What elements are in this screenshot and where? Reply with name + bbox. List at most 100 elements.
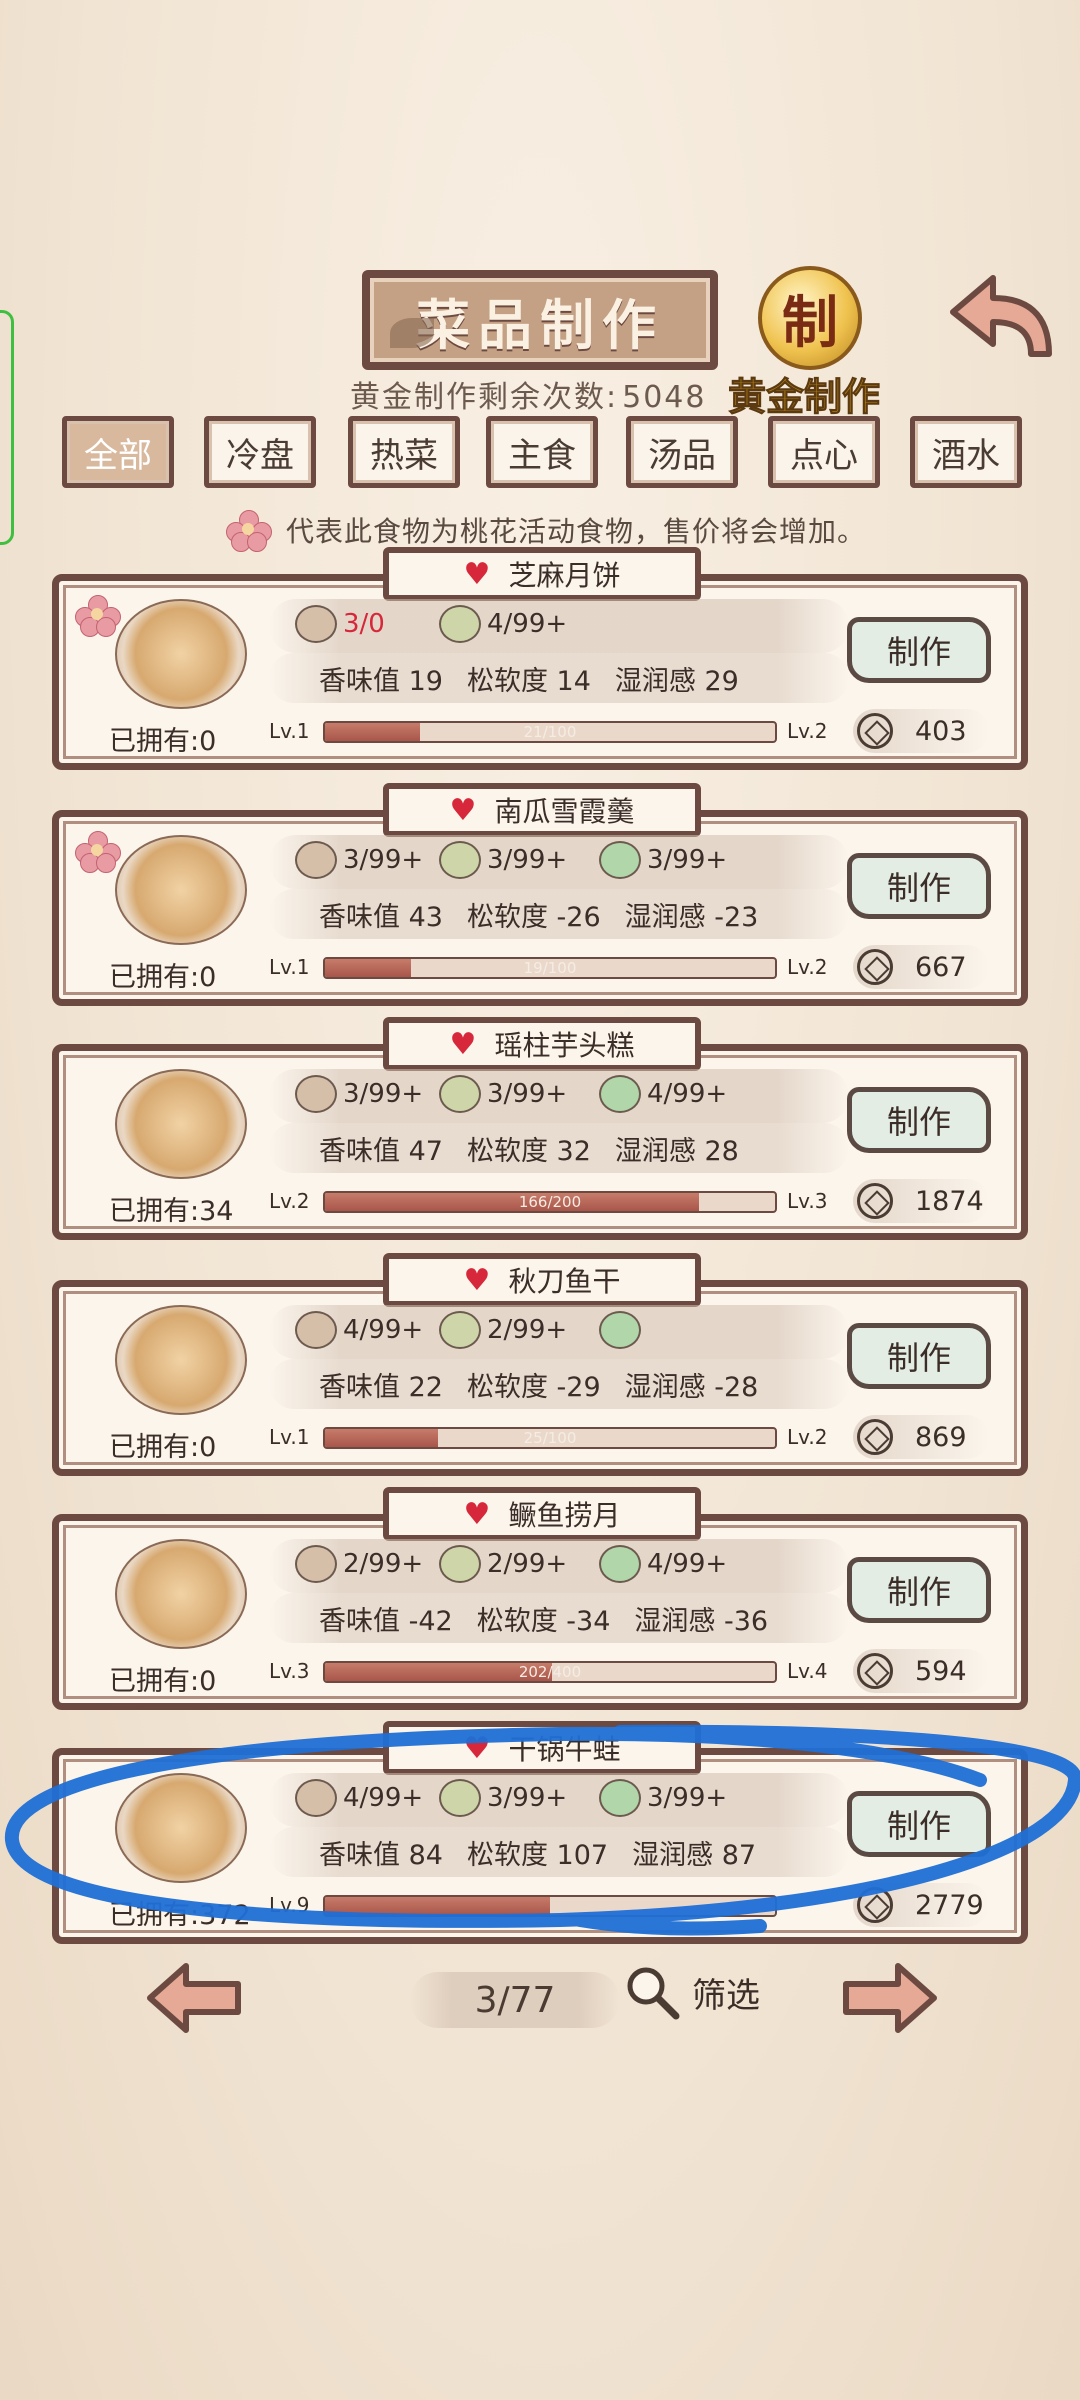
aroma-stat: 香味值 22	[319, 1365, 443, 1404]
tab-cold-dish[interactable]: 冷盘	[204, 416, 316, 488]
level-progress-bar: 166/200	[323, 1191, 777, 1213]
ingredient-count: 2/99+	[343, 1549, 424, 1579]
ingredient-item[interactable]	[599, 1311, 647, 1349]
dish-stats: 香味值 22 松软度 -29 湿润感 -28	[269, 1359, 849, 1409]
heart-icon[interactable]: ♥	[450, 1027, 477, 1062]
tab-hot-dish[interactable]: 热菜	[348, 416, 460, 488]
ingredient-item[interactable]: 3/0	[295, 605, 385, 643]
ingredient-count: 3/99+	[343, 1079, 424, 1109]
gold-craft-badge-char: 制	[782, 290, 838, 356]
ingredient-item[interactable]: 3/99+	[295, 841, 423, 879]
recipe-name: 秋刀鱼干	[508, 1265, 621, 1298]
price-value: 2779	[915, 1889, 984, 1921]
edge-handle[interactable]	[0, 310, 14, 545]
softness-stat: 松软度 -34	[477, 1599, 611, 1638]
gold-craft-button[interactable]: 制	[758, 266, 862, 370]
heart-icon[interactable]: ♥	[464, 1497, 491, 1532]
prev-page-arrow-icon[interactable]	[144, 1960, 244, 2036]
ingredient-item[interactable]: 3/99+	[439, 1075, 567, 1113]
next-page-arrow-icon[interactable]	[840, 1960, 940, 2036]
coin-icon	[857, 1419, 893, 1455]
ingredient-item[interactable]: 3/99+	[295, 1075, 423, 1113]
ingredient-item[interactable]: 2/99+	[439, 1545, 567, 1583]
softness-value: 14	[556, 665, 591, 697]
page-indicator: 3/77	[410, 1972, 620, 2028]
recipe-card: ♥ 瑶柱芋头糕 已拥有:34 3/99+ 3/99+ 4/99+ 香味值 47 松软度 3…	[52, 1017, 1028, 1240]
back-arrow-icon[interactable]	[945, 268, 1055, 368]
moisture-stat: 湿润感 87	[632, 1833, 756, 1872]
recipe-title-plate: ♥ 南瓜雪霞羹	[383, 783, 701, 837]
owned-label: 已拥有:	[109, 1900, 200, 1931]
dish-stats: 香味值 43 松软度 -26 湿润感 -23	[269, 889, 849, 939]
ingredient-item[interactable]: 2/99+	[295, 1545, 423, 1583]
recipe-card: ♥ 秋刀鱼干 已拥有:0 4/99+ 2/99+ 香味值 22 松软度 -29 湿润感 …	[52, 1253, 1028, 1476]
recipe-card: ♥ 干锅牛蛙 已拥有:372 4/99+ 3/99+ 3/99+ 香味值 84 松软度 1…	[52, 1721, 1028, 1944]
heart-icon[interactable]: ♥	[464, 557, 491, 592]
softness-label: 松软度	[476, 1605, 558, 1637]
ingredient-count: 3/99+	[647, 845, 728, 875]
ingredient-count: 2/99+	[487, 1315, 568, 1345]
make-button[interactable]: 制作	[847, 1087, 991, 1153]
owned-count: 已拥有:0	[109, 1659, 216, 1698]
recipe-card: ♥ 南瓜雪霞羹 已拥有:0 3/99+ 3/99+ 3/99+ 香味值 43 松软度 -2…	[52, 783, 1028, 1006]
ingredient-item[interactable]: 4/99+	[439, 605, 567, 643]
black-sesame-icon	[439, 605, 481, 643]
aroma-value: 22	[408, 1371, 443, 1403]
ingredient-item[interactable]: 4/99+	[295, 1311, 423, 1349]
level-current: Lv.9	[269, 1893, 310, 1917]
level-next: Lv.2	[787, 1425, 828, 1449]
make-button[interactable]: 制作	[847, 1791, 991, 1857]
moisture-stat: 湿润感 28	[615, 1129, 739, 1168]
notice-text: 代表此食物为桃花活动食物，售价将会增加。	[286, 515, 867, 548]
ingredient-item[interactable]: 3/99+	[599, 1779, 727, 1817]
chili-icon	[439, 1779, 481, 1817]
price-value: 403	[915, 715, 967, 747]
make-button[interactable]: 制作	[847, 853, 991, 919]
ingredient-count: 4/99+	[343, 1315, 424, 1345]
tab-soup[interactable]: 汤品	[626, 416, 738, 488]
level-current: Lv.2	[269, 1189, 310, 1213]
ingredient-item[interactable]: 2/99+	[439, 1311, 567, 1349]
ingredient-item[interactable]: 4/99+	[599, 1075, 727, 1113]
aroma-stat: 香味值 -42	[319, 1599, 453, 1638]
moisture-stat: 湿润感 -36	[634, 1599, 768, 1638]
softness-value: -29	[556, 1371, 601, 1403]
ingredient-item[interactable]: 4/99+	[599, 1545, 727, 1583]
level-progress-text: 25/100	[523, 1429, 577, 1447]
moisture-label: 湿润感	[624, 901, 706, 933]
ingredient-item[interactable]: 3/99+	[599, 841, 727, 879]
make-button[interactable]: 制作	[847, 1323, 991, 1389]
price-value: 869	[915, 1421, 967, 1453]
softness-stat: 松软度 14	[467, 659, 591, 698]
make-button[interactable]: 制作	[847, 617, 991, 683]
tab-dessert[interactable]: 点心	[768, 416, 880, 488]
tab-drinks[interactable]: 酒水	[910, 416, 1022, 488]
heart-icon[interactable]: ♥	[464, 1731, 491, 1766]
coin-icon	[857, 1653, 893, 1689]
level-current: Lv.1	[269, 1425, 310, 1449]
peach-blossom-icon	[226, 510, 272, 552]
pumpkin-icon	[599, 841, 641, 879]
tab-staple[interactable]: 主食	[486, 416, 598, 488]
ingredient-item[interactable]: 4/99+	[295, 1779, 423, 1817]
moisture-label: 湿润感	[634, 1605, 716, 1637]
moisture-value: -28	[714, 1371, 759, 1403]
aroma-label: 香味值	[319, 1371, 400, 1403]
heart-icon[interactable]: ♥	[450, 793, 477, 828]
softness-label: 松软度	[466, 901, 548, 933]
lime-icon	[295, 1779, 337, 1817]
owned-value: 0	[199, 962, 217, 993]
ingredient-item[interactable]: 3/99+	[439, 1779, 567, 1817]
heart-icon[interactable]: ♥	[464, 1263, 491, 1298]
filter-button[interactable]: 筛选	[622, 1962, 760, 2022]
moisture-value: 29	[704, 665, 739, 697]
level-next: Lv.4	[787, 1659, 828, 1683]
sell-price: 2779	[853, 1883, 989, 1927]
make-button[interactable]: 制作	[847, 1557, 991, 1623]
recipe-title-plate: ♥ 芝麻月饼	[383, 547, 701, 601]
tab-all[interactable]: 全部	[62, 416, 174, 488]
peach-blossom-icon	[75, 831, 121, 873]
level-next: Lv.2	[787, 955, 828, 979]
ingredient-item[interactable]: 3/99+	[439, 841, 567, 879]
softness-label: 松软度	[466, 1371, 548, 1403]
